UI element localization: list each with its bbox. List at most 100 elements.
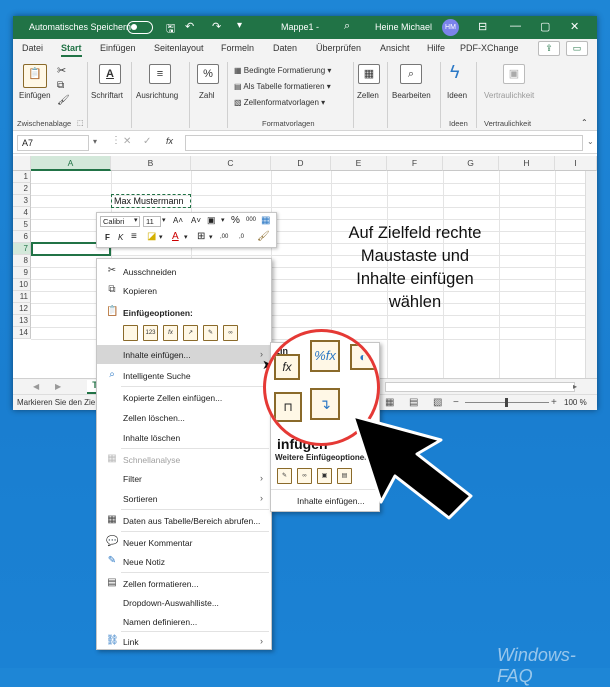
row-header[interactable]: 5	[13, 219, 31, 231]
column-header-e[interactable]: E	[331, 156, 387, 171]
row-header[interactable]: 7	[13, 243, 31, 255]
cells-label[interactable]: Zellen	[357, 91, 379, 100]
row-header[interactable]: 4	[13, 207, 31, 219]
enter-icon[interactable]: ✓	[143, 136, 151, 147]
share-icon[interactable]: ⇪	[538, 41, 560, 56]
menu-item-format-cells[interactable]: ▤ Zellen formatieren...	[97, 574, 271, 593]
conditional-format-button[interactable]: ▦ Bedingte Formatierung ▾	[234, 66, 331, 75]
font-color-icon[interactable]: A	[172, 231, 179, 242]
column-header-d[interactable]: D	[271, 156, 331, 171]
align-icon[interactable]: ≡	[149, 64, 171, 84]
menu-item-paste-special[interactable]: Inhalte einfügen... ›	[97, 345, 271, 364]
maximize-icon[interactable]: ▢	[540, 20, 550, 33]
tab-daten[interactable]: Daten	[273, 43, 297, 53]
menu-item-insert-copied[interactable]: Kopierte Zellen einfügen...	[97, 388, 271, 407]
cell-styles-button[interactable]: ▧ Zellenformatvorlagen ▾	[234, 98, 325, 107]
cancel-icon[interactable]: ✕	[123, 136, 131, 147]
minimize-icon[interactable]: —	[510, 20, 521, 32]
menu-item-copy[interactable]: ⧉ Kopieren	[97, 281, 271, 300]
insert-function-icon[interactable]: fx	[166, 136, 173, 146]
collapse-ribbon-icon[interactable]: ⌃	[581, 118, 588, 127]
row-header[interactable]: 13	[13, 315, 31, 327]
zoom-thumb[interactable]	[505, 398, 508, 407]
row-header[interactable]: 6	[13, 231, 31, 243]
menu-item-link[interactable]: ⛓ Link ›	[97, 632, 271, 651]
decrease-font-button[interactable]: A˅	[191, 216, 201, 225]
decrease-decimal-button[interactable]: ,0	[239, 234, 244, 240]
page-layout-icon[interactable]: ▤	[409, 397, 418, 408]
thousands-button[interactable]: 000	[246, 217, 256, 223]
row-header[interactable]: 8	[13, 255, 31, 267]
number-icon[interactable]: %	[197, 64, 219, 84]
page-break-icon[interactable]: ▧	[433, 397, 442, 408]
cell-b3[interactable]: Max Mustermann	[114, 196, 184, 206]
copy-icon[interactable]: ⧉	[57, 80, 64, 91]
increase-font-button[interactable]: A˄	[173, 216, 183, 225]
paste-label[interactable]: Einfügen	[19, 91, 51, 100]
column-header-i[interactable]: I	[555, 156, 597, 171]
menu-item-define-names[interactable]: Namen definieren...	[97, 612, 271, 631]
currency-dropdown-icon[interactable]: ▾	[221, 216, 225, 224]
borders-icon[interactable]: ⊞	[197, 231, 205, 242]
qat-customize-icon[interactable]: ▾	[237, 20, 242, 31]
menu-item-new-comment[interactable]: 💬 Neuer Kommentar	[97, 533, 271, 552]
tab-start[interactable]: Start	[61, 43, 82, 57]
menu-item-clear-contents[interactable]: Inhalte löschen	[97, 428, 271, 447]
menu-item-get-data[interactable]: ▦ Daten aus Tabelle/Bereich abrufen...	[97, 511, 271, 530]
expand-formula-icon[interactable]: ⌄	[587, 137, 594, 146]
tab-einfuegen[interactable]: Einfügen	[100, 43, 136, 53]
zoom-in-icon[interactable]: +	[551, 397, 557, 408]
column-header-b[interactable]: B	[111, 156, 191, 171]
next-sheet-icon[interactable]: ▶	[55, 382, 61, 391]
row-header[interactable]: 12	[13, 303, 31, 315]
paste-transpose-icon[interactable]: ↗	[183, 325, 198, 341]
increase-decimal-button[interactable]: ,00	[220, 234, 228, 240]
column-header-g[interactable]: G	[443, 156, 499, 171]
avatar[interactable]: HM	[442, 19, 459, 36]
menu-item-delete-cells[interactable]: Zellen löschen...	[97, 408, 271, 427]
borders-dropdown-icon[interactable]: ▾	[209, 233, 213, 241]
font-dropdown-icon[interactable]: ▾	[134, 216, 138, 224]
comments-icon[interactable]: ▭	[566, 41, 588, 56]
paste-values-icon[interactable]: 123	[143, 325, 158, 341]
autosave-toggle[interactable]	[127, 21, 153, 34]
scroll-right-icon[interactable]: ▸	[573, 382, 577, 391]
font-size-box[interactable]: 11	[143, 216, 161, 227]
row-header[interactable]: 2	[13, 183, 31, 195]
row-header[interactable]: 3	[13, 195, 31, 207]
tab-pdf-xchange[interactable]: PDF-XChange	[460, 43, 519, 53]
column-header-c[interactable]: C	[191, 156, 271, 171]
paste-formatting-icon[interactable]: ✎	[203, 325, 218, 341]
paste-picture-icon[interactable]: ▣	[317, 468, 332, 484]
ribbon-display-icon[interactable]: ⊟	[478, 20, 487, 33]
zoom-level[interactable]: 100 %	[564, 398, 587, 407]
cells-icon[interactable]: ▦	[358, 64, 380, 84]
close-icon[interactable]: ✕	[570, 20, 579, 33]
menu-item-new-note[interactable]: ✎ Neue Notiz	[97, 552, 271, 571]
edit-label[interactable]: Bearbeiten	[392, 91, 431, 100]
paste-link-icon[interactable]: ∞	[223, 325, 238, 341]
ideas-label[interactable]: Ideen	[447, 91, 467, 100]
tab-ansicht[interactable]: Ansicht	[380, 43, 410, 53]
fill-color-icon[interactable]: ◪	[147, 231, 156, 242]
vertical-scrollbar[interactable]	[585, 171, 597, 378]
bold-button[interactable]: F	[105, 233, 110, 242]
dialog-launcher-icon[interactable]: ⬚	[77, 119, 84, 127]
font-color-dropdown-icon[interactable]: ▾	[184, 233, 188, 241]
tab-formeln[interactable]: Formeln	[221, 43, 254, 53]
paste-icon[interactable]: 📋	[23, 64, 47, 88]
paste-formatting-icon[interactable]: ✎	[277, 468, 292, 484]
menu-item-sort[interactable]: Sortieren ›	[97, 489, 271, 508]
format-table-icon[interactable]: ▦	[261, 215, 270, 226]
column-header-f[interactable]: F	[387, 156, 443, 171]
size-dropdown-icon[interactable]: ▾	[162, 216, 166, 224]
fill-dropdown-icon[interactable]: ▾	[159, 233, 163, 241]
paste-formulas-icon[interactable]: fx	[163, 325, 178, 341]
format-as-table-button[interactable]: ▤ Als Tabelle formatieren ▾	[234, 82, 331, 91]
normal-view-icon[interactable]: ▦	[385, 397, 394, 408]
row-header[interactable]: 14	[13, 327, 31, 339]
font-label[interactable]: Schriftart	[91, 91, 123, 100]
align-center-icon[interactable]: ≡	[131, 231, 137, 242]
namebox-dropdown-icon[interactable]: ▾	[93, 137, 97, 146]
align-label[interactable]: Ausrichtung	[136, 91, 178, 100]
